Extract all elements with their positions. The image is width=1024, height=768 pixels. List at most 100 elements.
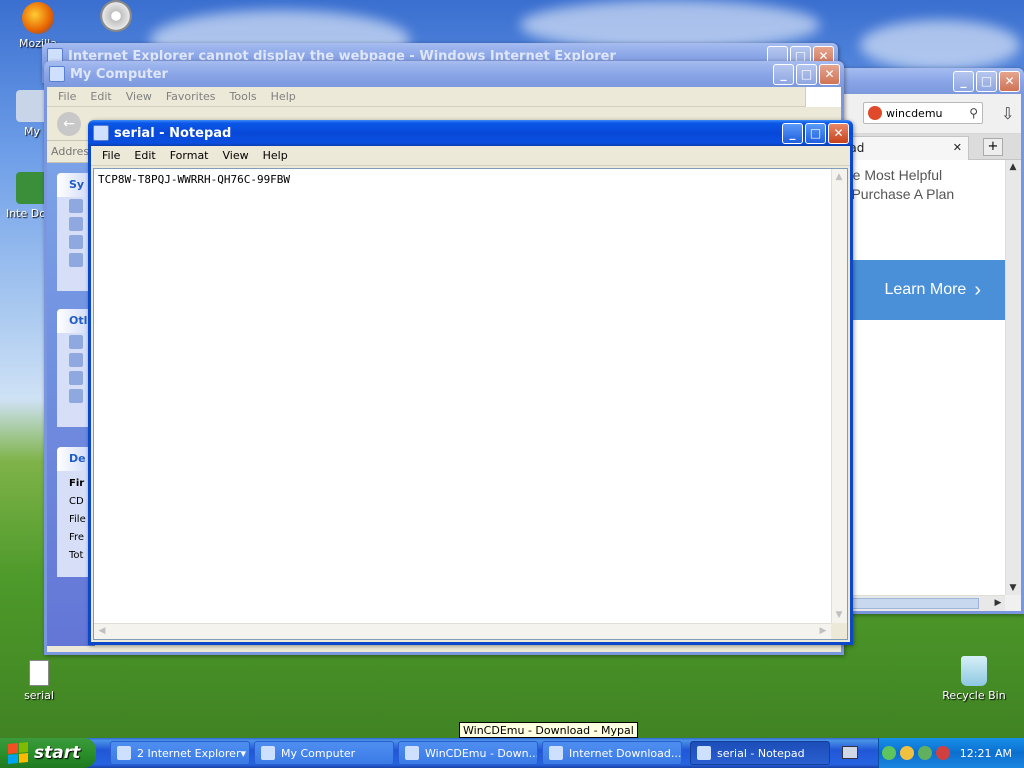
folder-icon (69, 353, 83, 367)
taskbar-button-wincdemu[interactable]: WinCDEmu - Down... (398, 741, 538, 765)
vertical-scrollbar[interactable]: ▲ ▼ (1005, 160, 1021, 595)
desktop-icon-recycle-bin[interactable]: Recycle Bin (938, 656, 1010, 702)
scroll-right-icon[interactable]: ▶ (991, 596, 1005, 610)
my-computer-titlebar[interactable]: My Computer _ □ ✕ (44, 61, 844, 87)
scroll-up-icon[interactable]: ▲ (832, 170, 846, 184)
taskbar-button-internet-explorer[interactable]: 2 Internet Explorer ▾ (110, 741, 250, 765)
cloud (860, 20, 1020, 70)
window-title: serial - Notepad (114, 125, 232, 141)
address-label: Addres (51, 145, 90, 158)
menu-view[interactable]: View (119, 88, 159, 105)
minimize-button[interactable]: _ (953, 70, 974, 92)
desktop-icon-label: My (23, 125, 40, 138)
menu-file[interactable]: File (51, 88, 83, 105)
window-title: My Computer (70, 66, 168, 82)
promo-line: the Most Helpful (841, 167, 943, 183)
menu-view[interactable]: View (216, 147, 256, 164)
system-tray: 12:21 AM (878, 738, 1024, 768)
tab-strip: oad ✕ + (841, 134, 1021, 160)
menu-edit[interactable]: Edit (127, 147, 162, 164)
notepad-icon (697, 746, 711, 760)
downloads-icon[interactable]: ⇩ (1001, 104, 1014, 123)
taskbar-button-label: WinCDEmu - Down... (425, 746, 538, 760)
menu-file[interactable]: File (95, 147, 127, 164)
maximize-button[interactable]: □ (796, 63, 817, 85)
browser-window[interactable]: _ □ ✕ wincdemu ⚲ ⇩ oad ✕ + the Most Help… (838, 68, 1024, 614)
menu-format[interactable]: Format (163, 147, 216, 164)
minimize-button[interactable]: _ (782, 122, 803, 144)
computer-icon (261, 746, 275, 760)
chevron-right-icon: › (974, 278, 981, 301)
horizontal-scrollbar[interactable]: ◀ ▶ (94, 623, 831, 639)
ie-icon (117, 746, 131, 760)
network-icon[interactable] (881, 746, 896, 760)
taskbar-button-internet-download[interactable]: Internet Download... (542, 741, 682, 765)
network-icon[interactable] (917, 746, 932, 760)
taskbar: start 2 Internet Explorer ▾ My Computer … (0, 738, 1024, 768)
close-button[interactable]: ✕ (828, 122, 849, 144)
page-content: the Most Helpful '. Purchase A Plan Lear… (841, 160, 1005, 595)
menu-help[interactable]: Help (256, 147, 295, 164)
taskbar-button-my-computer[interactable]: My Computer (254, 741, 394, 765)
security-shield-icon[interactable] (899, 746, 914, 760)
scroll-left-icon[interactable]: ◀ (95, 624, 109, 638)
control-panel-icon (69, 389, 83, 403)
menu-help[interactable]: Help (264, 88, 303, 105)
search-icon[interactable]: ⚲ (969, 106, 978, 120)
clock[interactable]: 12:21 AM (960, 747, 1012, 760)
download-manager-icon (549, 746, 563, 760)
menu-bar: File Edit Format View Help (91, 146, 850, 166)
notepad-titlebar[interactable]: serial - Notepad _ □ ✕ (88, 120, 853, 146)
scroll-up-icon[interactable]: ▲ (1006, 160, 1020, 174)
new-tab-button[interactable]: + (983, 138, 1003, 156)
editor-content: TCP8W-T8PQJ-WWRRH-QH76C-99FBW (98, 173, 291, 186)
back-button[interactable]: ← (57, 112, 81, 136)
task-icon (69, 199, 83, 213)
dropdown-arrow-icon: ▾ (240, 746, 246, 760)
menu-tools[interactable]: Tools (223, 88, 264, 105)
cd-drive-icon (100, 0, 132, 32)
task-icon (69, 253, 83, 267)
horizontal-scrollbar[interactable]: ▶ (841, 595, 1005, 611)
tab-download[interactable]: oad ✕ (841, 136, 969, 160)
maximize-button[interactable]: □ (976, 70, 997, 92)
browser-titlebar[interactable]: _ □ ✕ (838, 68, 1024, 94)
scroll-right-icon[interactable]: ▶ (816, 624, 830, 638)
windows-logo-icon (805, 86, 841, 107)
taskbar-button-label: Internet Download... (569, 746, 682, 760)
computer-icon (49, 66, 65, 82)
scroll-thumb[interactable] (841, 598, 979, 609)
start-button[interactable]: start (0, 738, 96, 768)
resize-grip[interactable] (831, 623, 847, 639)
desktop-icon-label: Recycle Bin (942, 689, 1006, 702)
desktop-icon-serial[interactable]: serial (3, 660, 75, 702)
taskbar-tooltip: WinCDEmu - Download - Mypal (459, 722, 638, 738)
search-input[interactable]: wincdemu ⚲ (863, 102, 983, 124)
taskbar-button-label: 2 Internet Explorer (137, 746, 241, 760)
browser-icon (405, 746, 419, 760)
scroll-down-icon[interactable]: ▼ (1006, 581, 1020, 595)
search-value: wincdemu (886, 106, 943, 120)
scroll-down-icon[interactable]: ▼ (832, 608, 846, 622)
task-icon (69, 235, 83, 249)
vertical-scrollbar[interactable]: ▲ ▼ (831, 169, 847, 623)
menu-favorites[interactable]: Favorites (159, 88, 223, 105)
text-editor[interactable]: TCP8W-T8PQJ-WWRRH-QH76C-99FBW ▲ ▼ ◀ ▶ (93, 168, 848, 640)
close-button[interactable]: ✕ (999, 70, 1020, 92)
maximize-button[interactable]: □ (805, 122, 826, 144)
firefox-icon (22, 2, 54, 34)
notepad-icon (93, 125, 109, 141)
close-button[interactable]: ✕ (819, 63, 840, 85)
close-tab-icon[interactable]: ✕ (953, 141, 962, 154)
taskbar-button-label: My Computer (281, 746, 356, 760)
taskbar-button-notepad[interactable]: serial - Notepad (690, 741, 830, 765)
shield-icon[interactable] (935, 746, 950, 760)
desktop-icon-cd-drive[interactable] (80, 0, 152, 35)
minimize-button[interactable]: _ (773, 63, 794, 85)
text-file-icon (29, 660, 49, 686)
windows-flag-icon (8, 741, 28, 765)
learn-more-button[interactable]: Learn More › (841, 260, 1005, 320)
keyboard-icon[interactable] (842, 746, 858, 759)
menu-edit[interactable]: Edit (83, 88, 118, 105)
notepad-window[interactable]: serial - Notepad _ □ ✕ File Edit Format … (88, 120, 853, 645)
